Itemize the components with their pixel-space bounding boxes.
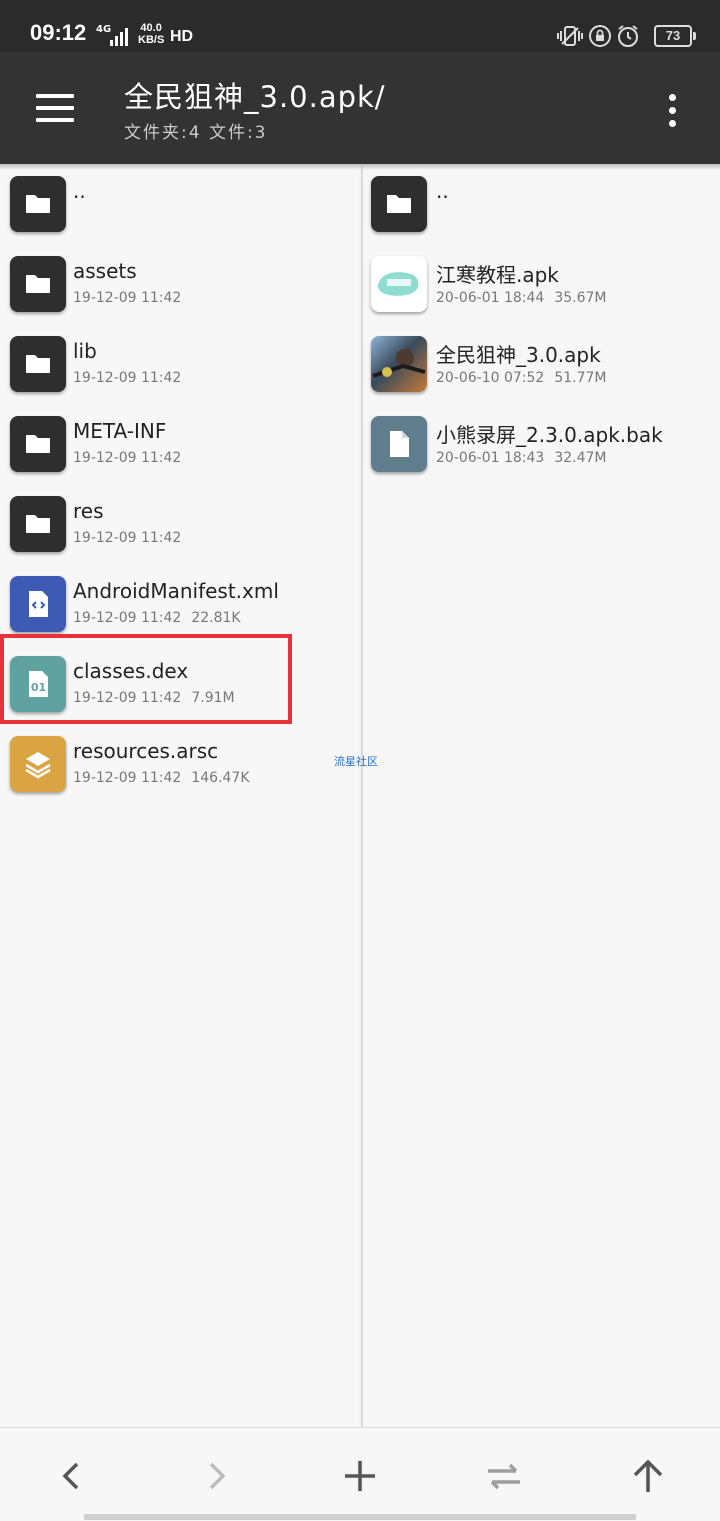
item-meta: 19-12-09 11:42 146.47K [73, 770, 250, 786]
appbar-shadow [0, 164, 720, 170]
alarm-icon [616, 24, 640, 48]
item-size: 35.67M [554, 290, 607, 306]
item-name: res [73, 499, 104, 523]
list-item[interactable]: META-INF 19-12-09 11:42 [0, 404, 359, 484]
network-speed-unit: KB/S [138, 34, 165, 46]
page-title: 全民狙神_3.0.apk/ [124, 80, 386, 114]
folder-icon [10, 256, 66, 312]
list-item[interactable]: 小熊录屏_2.3.0.apk.bak 20-06-01 18:43 32.47M [363, 404, 720, 484]
signal-icon [110, 28, 132, 46]
watermark-text: 流星社区 [334, 755, 378, 768]
home-indicator [84, 1514, 636, 1520]
list-item[interactable]: resources.arsc 19-12-09 11:42 146.47K [0, 724, 359, 804]
folder-icon [10, 496, 66, 552]
item-meta: 19-12-09 11:42 [73, 450, 181, 466]
item-date: 20-06-10 07:52 [436, 370, 545, 386]
item-meta: 20-06-10 07:52 51.77M [436, 370, 607, 386]
status-time: 09:12 [30, 20, 87, 45]
item-meta: 19-12-09 11:42 [73, 370, 181, 386]
more-vertical-icon[interactable] [660, 92, 684, 128]
left-file-pane[interactable]: .. assets 19-12-09 11:42 lib 19-12-09 11… [0, 164, 359, 1427]
hd-indicator: HD [170, 28, 194, 45]
generic-file-icon [371, 416, 427, 472]
network-speed: 40.0 KB/S [138, 22, 164, 46]
xml-file-icon [10, 576, 66, 632]
network-type: 4G [96, 24, 112, 35]
list-item[interactable]: lib 19-12-09 11:42 [0, 324, 359, 404]
item-size: 51.77M [554, 370, 607, 386]
battery-icon: 73 [654, 25, 696, 47]
item-date: 19-12-09 11:42 [73, 530, 182, 546]
up-icon[interactable] [628, 1456, 668, 1496]
forward-icon[interactable] [196, 1456, 236, 1496]
add-icon[interactable] [340, 1456, 380, 1496]
item-name: AndroidManifest.xml [73, 579, 279, 603]
item-date: 19-12-09 11:42 [73, 450, 182, 466]
hamburger-menu-icon[interactable] [36, 94, 76, 124]
item-meta: 19-12-09 11:42 [73, 530, 181, 546]
item-name: assets [73, 259, 137, 283]
item-date: 19-12-09 11:42 [73, 770, 182, 786]
list-item[interactable]: .. [0, 164, 359, 244]
folder-icon [10, 336, 66, 392]
network-speed-value: 40.0 [140, 22, 162, 34]
apk-app-icon [371, 256, 427, 312]
bottom-toolbar [0, 1427, 720, 1521]
item-date: 19-12-09 11:42 [73, 290, 182, 306]
list-item[interactable]: .. [363, 164, 720, 244]
item-date: 19-12-09 11:42 [73, 610, 182, 626]
item-name: .. [73, 179, 86, 203]
item-name: lib [73, 339, 97, 363]
item-meta: 19-12-09 11:42 [73, 290, 181, 306]
vibrate-icon [556, 24, 583, 48]
page-subtitle: 文件夹:4 文件:3 [124, 123, 268, 143]
item-size: 146.47K [191, 770, 250, 786]
folder-icon [371, 176, 427, 232]
folder-icon [10, 176, 66, 232]
app-bar: 全民狙神_3.0.apk/ 文件夹:4 文件:3 [0, 52, 720, 164]
list-item[interactable]: 全民狙神_3.0.apk 20-06-10 07:52 51.77M [363, 324, 720, 404]
item-meta: 19-12-09 11:42 22.81K [73, 610, 241, 626]
lock-rotation-icon [588, 24, 612, 48]
item-name: .. [436, 179, 449, 203]
item-name: resources.arsc [73, 739, 219, 763]
status-bar: 09:12 4G 40.0 KB/S HD 73 [0, 0, 720, 52]
item-date: 20-06-01 18:44 [436, 290, 545, 306]
folder-icon [10, 416, 66, 472]
list-item[interactable]: assets 19-12-09 11:42 [0, 244, 359, 324]
item-meta: 20-06-01 18:44 35.67M [436, 290, 607, 306]
item-size: 32.47M [554, 450, 607, 466]
list-item[interactable]: 江寒教程.apk 20-06-01 18:44 35.67M [363, 244, 720, 324]
highlight-box [0, 634, 292, 724]
item-name: 小熊录屏_2.3.0.apk.bak [436, 423, 663, 447]
list-item[interactable]: AndroidManifest.xml 19-12-09 11:42 22.81K [0, 564, 359, 644]
item-name: 江寒教程.apk [436, 263, 559, 287]
item-name: 全民狙神_3.0.apk [436, 343, 601, 367]
layers-file-icon [10, 736, 66, 792]
back-icon[interactable] [52, 1456, 92, 1496]
game-app-icon [371, 336, 427, 392]
item-date: 20-06-01 18:43 [436, 450, 545, 466]
item-date: 19-12-09 11:42 [73, 370, 182, 386]
item-size: 22.81K [191, 610, 241, 626]
right-file-pane[interactable]: .. 江寒教程.apk 20-06-01 18:44 35.67M 全民狙神_3.… [361, 164, 720, 1427]
item-name: META-INF [73, 419, 167, 443]
swap-icon[interactable] [484, 1456, 524, 1496]
item-meta: 20-06-01 18:43 32.47M [436, 450, 607, 466]
list-item[interactable]: res 19-12-09 11:42 [0, 484, 359, 564]
